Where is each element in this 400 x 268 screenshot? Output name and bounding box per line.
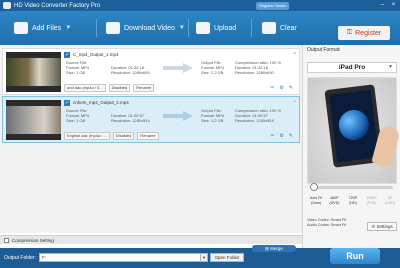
clear-button[interactable]: Clear — [262, 19, 297, 37]
video-thumbnail — [6, 52, 61, 92]
audio-track-select[interactable]: English aac (mp4a / ... — [64, 132, 110, 140]
settings-label: Settings — [376, 224, 393, 229]
add-file-icon — [14, 22, 28, 34]
download-dropdown-icon[interactable]: ▼ — [179, 25, 185, 31]
add-files-dropdown-icon[interactable]: ▼ — [65, 25, 71, 31]
file-list: ✓ C_mp4_Output_1.mp4 Source File: Format… — [0, 45, 302, 233]
video-codec: Video Codec: Smart Fit — [307, 218, 347, 222]
upload-label: Upload — [214, 24, 237, 32]
row-tools: ✂ ⚙ ✎ — [270, 85, 293, 91]
output-info: Output File: Format: MP4 Size: 1.2 GB — [201, 108, 225, 123]
file-controls: und aac (mp4a / 0... Disabled Rename — [64, 84, 155, 92]
gear-icon: ⚙ — [371, 224, 376, 229]
download-icon — [106, 22, 120, 34]
subtitle-select[interactable]: Disabled — [108, 84, 131, 92]
output-folder-label: Output Folder: — [4, 255, 36, 261]
file-name: C_mp4_Output_1.mp4 — [73, 52, 119, 57]
output-format-panel: Output Format: iPad Pro ▼ Auto Fit (Ours)… — [302, 45, 400, 248]
quality-slider[interactable] — [310, 183, 393, 191]
close-icon[interactable]: × — [390, 2, 397, 9]
rename-button[interactable]: Rename — [133, 84, 155, 92]
toolbar-divider — [188, 19, 189, 37]
output-format-title: Output Format: — [307, 47, 341, 53]
file-name: cnhem_mp4_Output_2.mp4 — [73, 100, 129, 105]
merge-label: Merge — [270, 246, 283, 251]
output-info: Output File: Format: MP4 Size: 2.2 GB — [201, 60, 225, 75]
toolbar-divider — [251, 19, 252, 37]
output-format-value: iPad Pro — [338, 64, 366, 71]
output-info-extra: Compression ratio: 100 % Duration: 01:32… — [235, 60, 282, 75]
register-button[interactable]: ⚿ Register — [338, 26, 390, 40]
edit-icon[interactable]: ✎ — [289, 133, 293, 139]
trash-icon — [262, 22, 276, 34]
compression-setting-label: Compression Setting — [12, 238, 54, 243]
source-info-extra: Duration: 01:32:18 Resolution: 1280x690 — [111, 65, 150, 75]
remove-file-icon[interactable]: × — [293, 99, 296, 105]
download-video-label: Download Video — [124, 24, 175, 32]
toolbar-divider — [96, 19, 97, 37]
subtitle-select[interactable]: Disabled — [112, 132, 135, 140]
key-icon: ⚿ — [346, 29, 353, 36]
output-format-select[interactable]: iPad Pro ▼ — [307, 62, 397, 73]
download-video-button[interactable]: Download Video ▼ — [106, 19, 185, 37]
clear-label: Clear — [280, 24, 297, 32]
output-folder-dropdown-icon[interactable]: ▼ — [200, 253, 208, 262]
chevron-down-icon: ▼ — [388, 64, 393, 70]
quality-option-720p[interactable]: 720P (HD) — [344, 196, 362, 205]
convert-arrow-icon — [163, 111, 193, 121]
file-controls: English aac (mp4a / ... Disabled Rename — [64, 132, 159, 140]
register-studio-badge[interactable]: Register Studio — [256, 1, 290, 10]
source-info: Source File: Format: MP4 Size: 1 GB — [66, 60, 90, 75]
upload-icon — [196, 22, 210, 34]
app-title: HD Video Converter Factory Pro — [14, 2, 101, 9]
file-checkbox[interactable]: ✓ — [64, 52, 70, 58]
quality-labels: Auto Fit (Ours) 480P (DVD) 720P (HD) 1080P(… — [307, 196, 399, 205]
audio-track-select[interactable]: und aac (mp4a / 0... — [64, 84, 106, 92]
settings-button[interactable]: ⚙ Settings — [367, 222, 397, 231]
merge-button[interactable]: ⊞ Merge — [252, 245, 296, 252]
compression-checkbox[interactable] — [4, 238, 9, 243]
upload-button[interactable]: Upload — [196, 19, 236, 37]
register-label: Register — [355, 29, 382, 37]
cut-icon[interactable]: ✂ — [270, 85, 274, 91]
codec-info: Video Codec: Smart Fit Audio Codec: Smar… — [307, 218, 346, 227]
merge-icon: ⊞ — [265, 246, 269, 251]
source-info-extra: Duration: 01:00:57 Resolution: 1280x544 — [111, 113, 150, 123]
run-button[interactable]: Run — [330, 248, 380, 264]
minimize-icon[interactable]: – — [379, 2, 386, 9]
edit-icon[interactable]: ✎ — [289, 85, 293, 91]
row-tools: ✂ ⚙ ✎ — [270, 133, 293, 139]
title-bar: HD Video Converter Factory Pro Register … — [0, 0, 400, 11]
output-info-extra: Compression ratio: 100 % Duration: 01:00… — [235, 108, 282, 123]
convert-arrow-icon — [163, 63, 193, 73]
add-files-label: Add Files — [32, 24, 62, 32]
open-folder-button[interactable]: Open Folder — [210, 253, 244, 262]
remove-file-icon[interactable]: × — [293, 51, 296, 57]
window-controls: – × — [379, 2, 397, 9]
quality-slider-handle[interactable] — [310, 183, 318, 191]
audio-codec: Audio Codec: Smart Fit — [307, 222, 347, 227]
quality-option-4k[interactable]: 4K (UHD) — [381, 196, 399, 205]
file-row-1[interactable]: ✓ C_mp4_Output_1.mp4 Source File: Format… — [2, 48, 300, 95]
toolbar: Add Files ▼ Download Video ▼ Upload Clea… — [0, 11, 400, 45]
app-logo-icon — [3, 2, 11, 9]
video-thumbnail — [6, 100, 61, 140]
add-files-button[interactable]: Add Files ▼ — [14, 19, 71, 37]
source-info: Source File: Format: MP4 Size: 1 GB — [66, 108, 90, 123]
quality-option-480p[interactable]: 480P (DVD) — [326, 196, 344, 205]
compression-setting-bar: Compression Setting — [0, 235, 302, 244]
file-checkbox[interactable]: ✓ — [64, 100, 70, 106]
effects-icon[interactable]: ⚙ — [279, 133, 283, 139]
quality-option-autofit[interactable]: Auto Fit (Ours) — [307, 196, 325, 205]
output-folder-input[interactable]: F: — [39, 253, 201, 262]
file-row-2[interactable]: ✓ cnhem_mp4_Output_2.mp4 Source File: Fo… — [2, 96, 300, 143]
rename-button[interactable]: Rename — [137, 132, 159, 140]
device-preview — [307, 77, 400, 184]
cut-icon[interactable]: ✂ — [270, 133, 274, 139]
quality-option-1080p[interactable]: 1080P (FHD) — [363, 196, 381, 205]
effects-icon[interactable]: ⚙ — [279, 85, 283, 91]
